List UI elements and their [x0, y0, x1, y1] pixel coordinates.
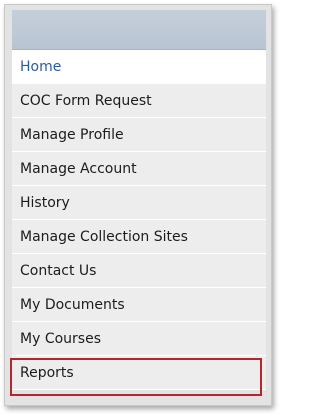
side-navigation-menu: Home COC Form Request Manage Profile Man…	[10, 10, 266, 406]
nav-item-contact-us[interactable]: Contact Us	[12, 254, 266, 288]
nav-item-coc-form-request[interactable]: COC Form Request	[12, 84, 266, 118]
nav-item-history[interactable]: History	[12, 186, 266, 220]
nav-item-manage-collection-sites[interactable]: Manage Collection Sites	[12, 220, 266, 254]
nav-item-home[interactable]: Home	[12, 50, 266, 84]
nav-item-my-documents[interactable]: My Documents	[12, 288, 266, 322]
nav-item-reports-label: Reports	[20, 365, 74, 381]
nav-item-reports[interactable]: Reports	[10, 356, 266, 396]
nav-item-manage-profile[interactable]: Manage Profile	[12, 118, 266, 152]
menu-list: Home COC Form Request Manage Profile Man…	[10, 50, 266, 396]
menu-header-bar	[12, 10, 266, 50]
nav-item-manage-account[interactable]: Manage Account	[12, 152, 266, 186]
nav-item-my-courses[interactable]: My Courses	[12, 322, 266, 356]
